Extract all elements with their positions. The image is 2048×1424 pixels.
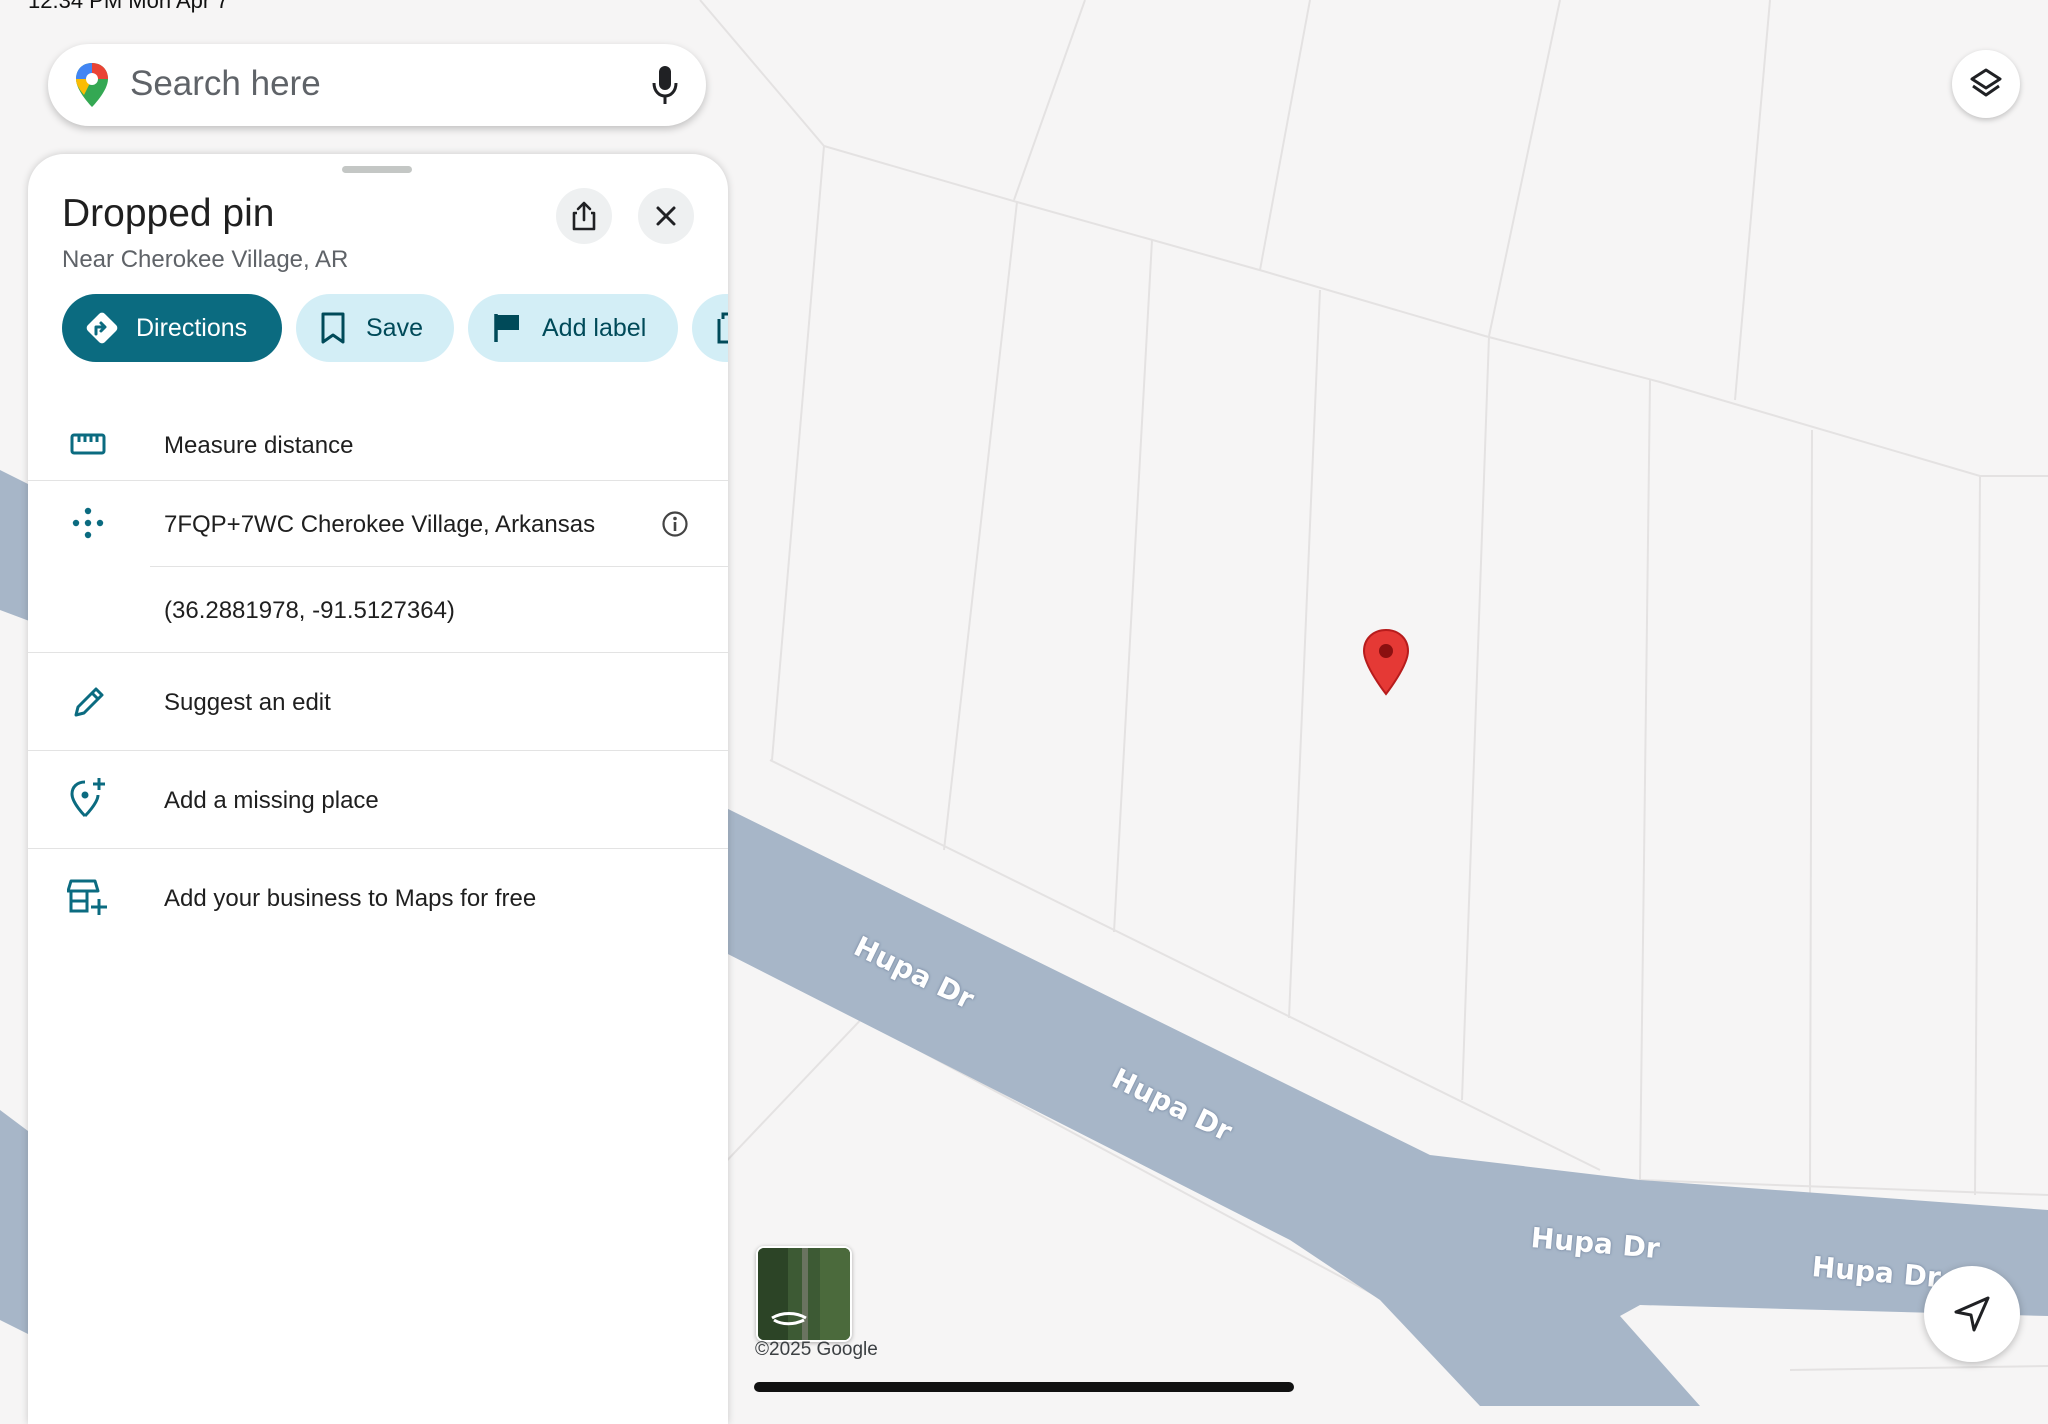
- info-icon[interactable]: [661, 510, 689, 538]
- coordinates-row[interactable]: (36.2881978, -91.5127364): [28, 567, 728, 653]
- measure-distance-row[interactable]: Measure distance: [28, 408, 728, 480]
- coordinates-label: (36.2881978, -91.5127364): [164, 597, 455, 624]
- more-actions-button[interactable]: [692, 294, 728, 362]
- add-business-icon: [66, 875, 110, 919]
- status-bar: 12:34 PM Mon Apr 7: [28, 0, 229, 13]
- add-business-label: Add your business to Maps for free: [164, 885, 537, 912]
- flag-icon: [494, 314, 519, 342]
- home-indicator[interactable]: [754, 1382, 1294, 1392]
- plus-code-icon: [66, 501, 110, 545]
- close-button[interactable]: [638, 188, 694, 244]
- bookmark-icon: [321, 312, 345, 344]
- google-maps-pin-icon: [76, 63, 108, 107]
- plus-code-label: 7FQP+7WC Cherokee Village, Arkansas: [164, 511, 596, 538]
- place-details-panel: Dropped pin Near Cherokee Village, AR Di…: [28, 154, 728, 1424]
- red-map-pin-icon[interactable]: [1362, 628, 1410, 696]
- save-button[interactable]: Save: [296, 294, 454, 362]
- my-location-button[interactable]: [1924, 1266, 2020, 1362]
- layers-icon: [1970, 68, 2002, 97]
- navigation-arrow-icon: [1954, 1296, 1990, 1332]
- add-missing-place-label: Add a missing place: [164, 787, 379, 814]
- place-subtitle: Near Cherokee Village, AR: [62, 246, 349, 273]
- add-label-button[interactable]: Add label: [468, 294, 678, 362]
- add-label-label: Add label: [542, 313, 647, 342]
- suggest-edit-label: Suggest an edit: [164, 689, 331, 716]
- share-button[interactable]: [556, 188, 612, 244]
- layers-button[interactable]: [1952, 50, 2020, 118]
- close-icon: [656, 206, 676, 226]
- ruler-icon: [66, 422, 110, 466]
- search-input[interactable]: Search here: [130, 64, 321, 104]
- search-bar[interactable]: Search here: [48, 44, 706, 126]
- plus-code-row[interactable]: 7FQP+7WC Cherokee Village, Arkansas: [28, 481, 728, 567]
- add-business-row[interactable]: Add your business to Maps for free: [28, 849, 728, 947]
- drag-handle[interactable]: [342, 166, 412, 173]
- add-missing-place-row[interactable]: Add a missing place: [28, 751, 728, 849]
- save-label: Save: [366, 313, 423, 342]
- microphone-icon[interactable]: [650, 64, 680, 106]
- street-view-thumbnail[interactable]: [756, 1246, 852, 1342]
- directions-icon: [86, 312, 118, 344]
- more-icon: [717, 312, 728, 344]
- add-location-icon: [66, 775, 110, 819]
- measure-distance-label: Measure distance: [164, 432, 354, 459]
- suggest-edit-row[interactable]: Suggest an edit: [28, 653, 728, 751]
- directions-label: Directions: [136, 313, 248, 342]
- share-icon: [572, 201, 596, 231]
- street-view-image: [758, 1248, 850, 1340]
- place-title: Dropped pin: [62, 192, 275, 235]
- directions-button[interactable]: Directions: [62, 294, 282, 362]
- pencil-icon: [66, 681, 110, 725]
- copyright-text: ©2025 Google: [755, 1339, 878, 1360]
